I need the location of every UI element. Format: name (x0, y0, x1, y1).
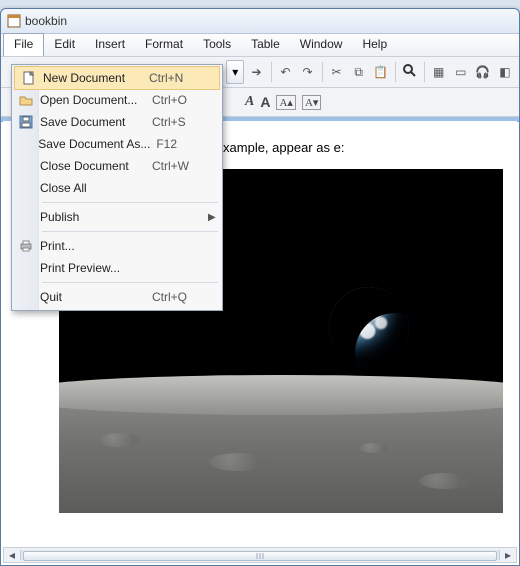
menu-item-save-document-as[interactable]: Save Document As...F12 (12, 133, 222, 155)
menu-table[interactable]: Table (241, 34, 290, 56)
menu-file[interactable]: File (3, 33, 44, 56)
menu-item-label: Close Document (40, 159, 152, 173)
headphones-icon: 🎧 (475, 65, 490, 79)
panel-button[interactable]: ▭ (451, 61, 471, 83)
window-title: bookbin (25, 14, 67, 28)
menu-window[interactable]: Window (290, 34, 353, 56)
cut-icon: ✂ (332, 65, 342, 79)
print-icon (12, 239, 40, 253)
menu-item-print-preview[interactable]: Print Preview... (12, 257, 222, 279)
menu-item-shortcut: F12 (156, 137, 209, 151)
search-button[interactable] (400, 61, 420, 83)
scroll-left-button[interactable]: ◂ (4, 549, 20, 561)
separator (322, 62, 323, 82)
style-a2-button[interactable]: A (260, 94, 270, 110)
horizontal-scrollbar[interactable]: ◂ ▸ (3, 547, 517, 563)
menu-item-close-all[interactable]: Close All (12, 177, 222, 199)
submenu-arrow-icon: ▶ (208, 212, 222, 223)
paste-icon: 📋 (373, 65, 388, 79)
copy-button[interactable]: ⧉ (349, 61, 369, 83)
tag-icon: ◧ (499, 65, 510, 79)
font-decrease-button[interactable]: A▾ (302, 95, 321, 110)
menu-item-shortcut: Ctrl+Q (152, 290, 208, 304)
menu-separator (42, 202, 218, 203)
menu-item-label: Save Document As... (38, 137, 156, 151)
menu-item-label: Quit (40, 290, 152, 304)
open-doc-icon (12, 93, 40, 107)
separator (424, 62, 425, 82)
separator (271, 62, 272, 82)
save-doc-icon (12, 115, 40, 129)
cut-button[interactable]: ✂ (327, 61, 347, 83)
scroll-right-button[interactable]: ▸ (500, 549, 516, 561)
chevron-down-icon: ▾ (232, 65, 238, 79)
style-a-button[interactable]: A (245, 94, 254, 110)
menu-separator (42, 282, 218, 283)
titlebar[interactable]: bookbin (1, 9, 519, 34)
file-menu-dropdown: New DocumentCtrl+NOpen Document...Ctrl+O… (11, 64, 223, 311)
menu-item-shortcut: Ctrl+S (152, 115, 208, 129)
toolbar-dropdown[interactable]: ▾ (226, 60, 244, 84)
menu-item-label: Close All (40, 181, 152, 195)
paste-button[interactable]: 📋 (371, 61, 391, 83)
redo-icon: ↷ (303, 65, 313, 79)
grid-icon: ▦ (433, 65, 444, 79)
undo-button[interactable]: ↶ (275, 61, 295, 83)
menu-separator (42, 231, 218, 232)
menu-item-quit[interactable]: QuitCtrl+Q (12, 286, 222, 308)
menu-item-label: Open Document... (40, 93, 152, 107)
scroll-thumb[interactable] (23, 551, 497, 561)
menu-item-shortcut: Ctrl+N (149, 71, 205, 85)
menu-item-label: Print... (40, 239, 152, 253)
separator (395, 62, 396, 82)
copy-icon: ⧉ (354, 65, 363, 80)
forward-button[interactable]: ➔ (246, 61, 266, 83)
menu-item-open-document[interactable]: Open Document...Ctrl+O (12, 89, 222, 111)
menu-tools[interactable]: Tools (193, 34, 241, 56)
menu-item-label: Save Document (40, 115, 152, 129)
scroll-track[interactable] (20, 550, 500, 560)
app-icon (7, 14, 21, 28)
font-increase-button[interactable]: A▴ (276, 95, 295, 110)
audio-button[interactable]: 🎧 (473, 61, 493, 83)
menu-item-save-document[interactable]: Save DocumentCtrl+S (12, 111, 222, 133)
menu-item-label: Print Preview... (40, 261, 152, 275)
redo-button[interactable]: ↷ (298, 61, 318, 83)
menu-item-label: New Document (43, 71, 149, 85)
search-icon (402, 63, 417, 81)
menubar: File Edit Insert Format Tools Table Wind… (1, 34, 519, 57)
panel-icon: ▭ (455, 65, 466, 79)
menu-help[interactable]: Help (352, 34, 397, 56)
menu-item-shortcut: Ctrl+W (152, 159, 208, 173)
app-window: bookbin File Edit Insert Format Tools Ta… (0, 8, 520, 566)
undo-icon: ↶ (280, 65, 290, 79)
menu-edit[interactable]: Edit (44, 34, 85, 56)
menu-insert[interactable]: Insert (85, 34, 135, 56)
menu-item-new-document[interactable]: New DocumentCtrl+N (14, 66, 220, 90)
menu-format[interactable]: Format (135, 34, 193, 56)
tag-button[interactable]: ◧ (495, 61, 515, 83)
grid-button[interactable]: ▦ (429, 61, 449, 83)
moon-surface (59, 390, 503, 513)
menu-item-close-document[interactable]: Close DocumentCtrl+W (12, 155, 222, 177)
new-doc-icon (15, 71, 43, 85)
menu-item-shortcut: Ctrl+O (152, 93, 208, 107)
menu-item-publish[interactable]: Publish ▶ (12, 206, 222, 228)
menu-item-print[interactable]: Print... (12, 235, 222, 257)
menu-item-label: Publish (40, 210, 152, 224)
arrow-right-icon: ➔ (251, 65, 261, 79)
